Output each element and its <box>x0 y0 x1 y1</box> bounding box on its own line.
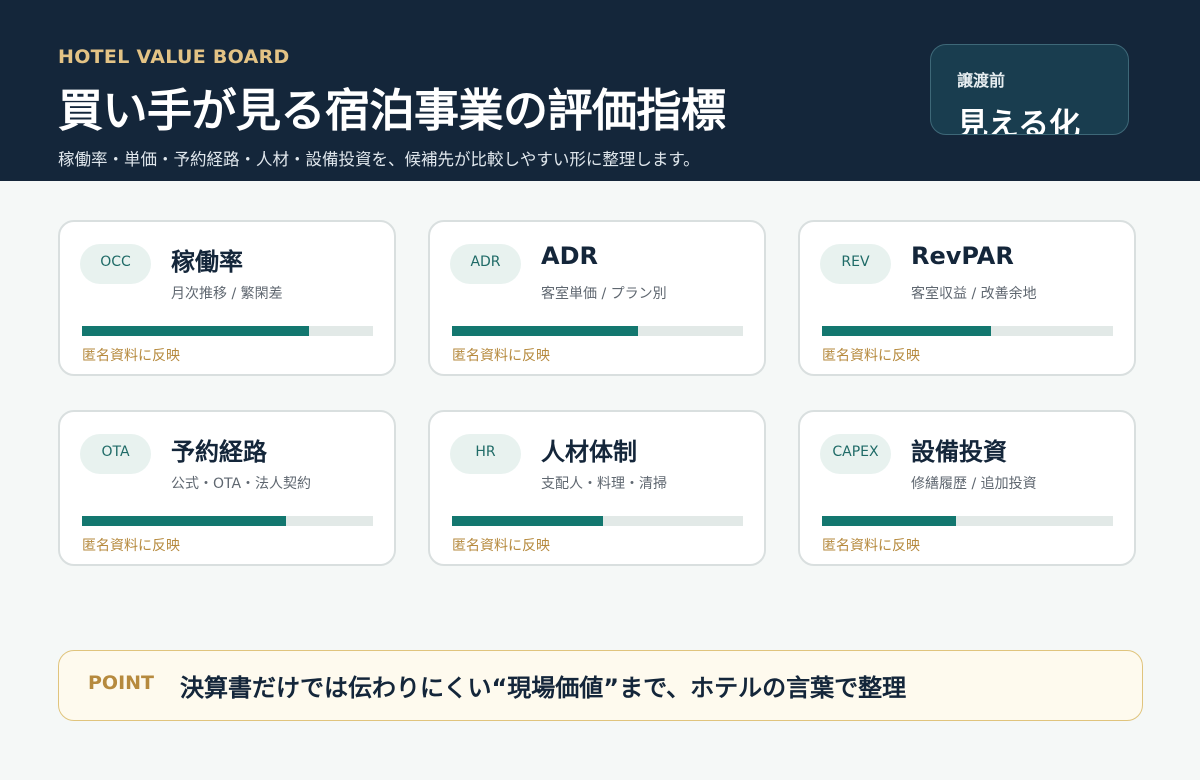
metric-title: 人材体制 <box>541 438 637 466</box>
status-badge: 譲渡前 見える化 <box>930 44 1129 135</box>
header-banner: HOTEL VALUE BOARD 買い手が見る宿泊事業の評価指標 稼働率・単価… <box>0 0 1200 181</box>
metric-tag: HR <box>450 434 521 474</box>
metric-note: 匿名資料に反映 <box>452 348 550 364</box>
metric-card-hr: HR 人材体制 支配人・料理・清掃 匿名資料に反映 <box>428 410 766 566</box>
progress-fill <box>822 326 991 336</box>
progress-bar <box>452 326 743 336</box>
metric-note: 匿名資料に反映 <box>82 538 180 554</box>
point-callout: POINT 決算書だけでは伝わりにくい“現場価値”まで、ホテルの言葉で整理 <box>58 650 1143 721</box>
progress-fill <box>452 516 604 526</box>
metric-title: ADR <box>541 242 598 270</box>
progress-fill <box>82 326 309 336</box>
metric-subtitle: 月次推移 / 繁閑差 <box>171 286 283 302</box>
metric-title: RevPAR <box>911 242 1014 270</box>
status-badge-label: 譲渡前 <box>957 71 1006 90</box>
progress-fill <box>82 516 286 526</box>
metric-subtitle: 修繕履歴 / 追加投資 <box>911 476 1037 492</box>
progress-fill <box>822 516 956 526</box>
progress-bar <box>452 516 743 526</box>
metric-tag: OCC <box>80 244 151 284</box>
progress-bar <box>822 516 1113 526</box>
metric-tag: ADR <box>450 244 521 284</box>
metric-card-adr: ADR ADR 客室単価 / プラン別 匿名資料に反映 <box>428 220 766 376</box>
metric-title: 稼働率 <box>171 248 243 276</box>
metric-subtitle: 公式・OTA・法人契約 <box>171 476 312 492</box>
metric-subtitle: 客室単価 / プラン別 <box>541 286 667 302</box>
progress-fill <box>452 326 639 336</box>
metric-title: 設備投資 <box>911 438 1007 466</box>
progress-bar <box>82 326 373 336</box>
point-text: 決算書だけでは伝わりにくい“現場価値”まで、ホテルの言葉で整理 <box>180 674 907 702</box>
metric-note: 匿名資料に反映 <box>452 538 550 554</box>
metric-tag: CAPEX <box>820 434 891 474</box>
eyebrow-label: HOTEL VALUE BOARD <box>58 46 290 68</box>
point-label: POINT <box>88 672 155 694</box>
metric-card-occ: OCC 稼働率 月次推移 / 繁閑差 匿名資料に反映 <box>58 220 396 376</box>
page-subtitle: 稼働率・単価・予約経路・人材・設備投資を、候補先が比較しやすい形に整理します。 <box>58 150 700 169</box>
metric-note: 匿名資料に反映 <box>82 348 180 364</box>
metric-tag: OTA <box>80 434 151 474</box>
status-badge-value: 見える化 <box>957 107 1081 135</box>
page-title: 買い手が見る宿泊事業の評価指標 <box>58 84 726 137</box>
progress-bar <box>82 516 373 526</box>
metric-note: 匿名資料に反映 <box>822 538 920 554</box>
metric-note: 匿名資料に反映 <box>822 348 920 364</box>
metric-tag: REV <box>820 244 891 284</box>
metric-subtitle: 支配人・料理・清掃 <box>541 476 667 492</box>
metric-card-rev: REV RevPAR 客室収益 / 改善余地 匿名資料に反映 <box>798 220 1136 376</box>
metric-card-capex: CAPEX 設備投資 修繕履歴 / 追加投資 匿名資料に反映 <box>798 410 1136 566</box>
progress-bar <box>822 326 1113 336</box>
metric-title: 予約経路 <box>171 438 267 466</box>
metric-subtitle: 客室収益 / 改善余地 <box>911 286 1037 302</box>
metric-card-ota: OTA 予約経路 公式・OTA・法人契約 匿名資料に反映 <box>58 410 396 566</box>
